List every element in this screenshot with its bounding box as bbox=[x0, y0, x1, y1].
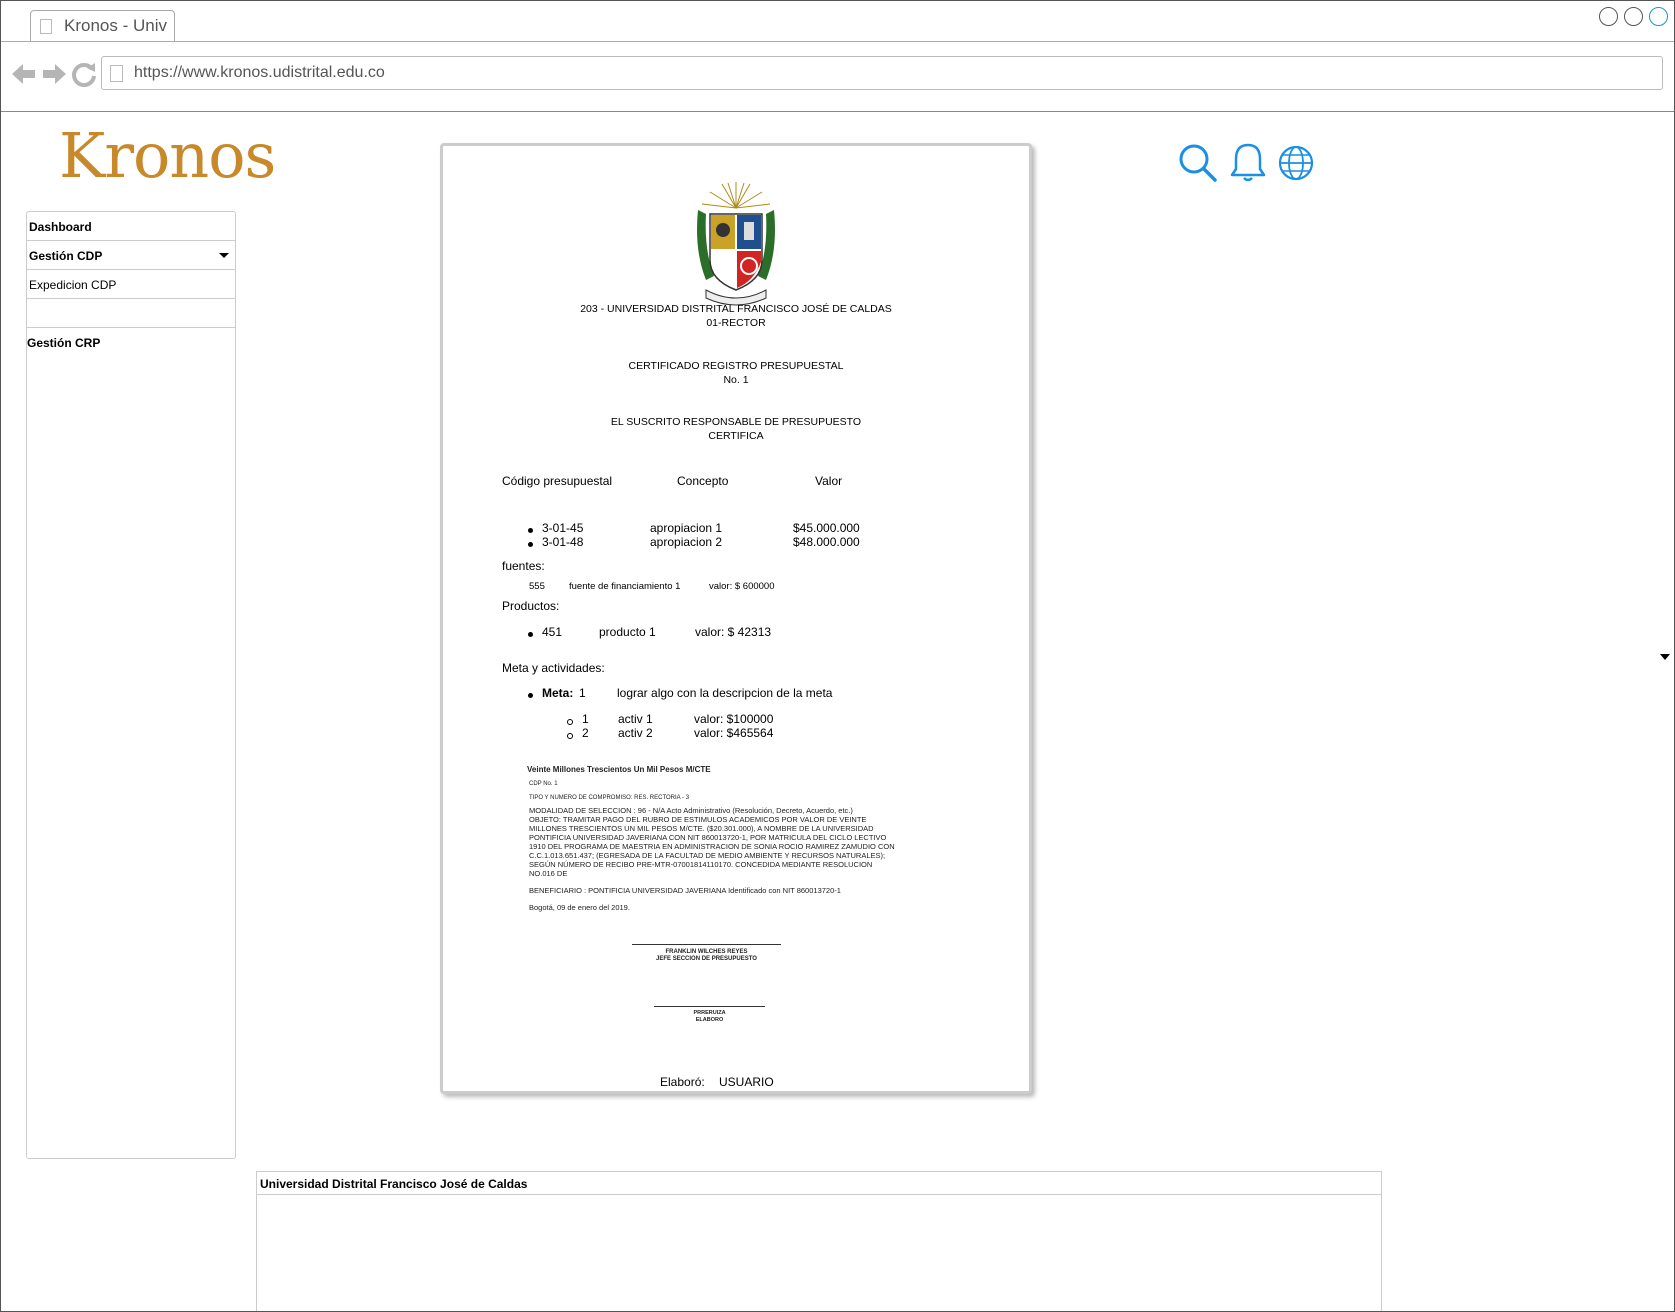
chevron-down-icon[interactable] bbox=[219, 253, 229, 258]
meta-description: lograr algo con la descripcion de la met… bbox=[617, 686, 833, 700]
row-concept: apropiacion 1 bbox=[650, 521, 723, 535]
sidebar: Dashboard Gestión CDP Expedicion CDP Ges… bbox=[26, 211, 236, 1159]
meta-label: Meta y actividades: bbox=[502, 661, 605, 675]
sidebar-item-gestion-cdp[interactable]: Gestión CDP bbox=[27, 241, 235, 270]
header-codigo: Código presupuestal bbox=[502, 474, 613, 488]
sidebar-item-empty[interactable] bbox=[27, 299, 235, 328]
sidebar-item-label: Gestión CRP bbox=[27, 336, 101, 350]
activity-name: activ 2 bbox=[618, 726, 653, 740]
title-bar: Kronos - Univ bbox=[1, 1, 1674, 42]
activity-num: 2 bbox=[582, 726, 589, 740]
activity-value: valor: $100000 bbox=[694, 712, 774, 726]
header-concepto: Concepto bbox=[677, 474, 729, 488]
forward-arrow-icon[interactable] bbox=[40, 60, 68, 88]
list-bullet bbox=[528, 632, 533, 637]
address-bar[interactable]: https://www.kronos.udistrital.edu.co bbox=[101, 56, 1663, 90]
elaboro-label: Elaboró: bbox=[660, 1075, 705, 1089]
producto-code: 451 bbox=[542, 625, 563, 639]
list-bullet bbox=[567, 733, 573, 739]
page-icon bbox=[40, 19, 52, 34]
compromiso-line: TIPO Y NUMERO DE COMPROMISO: RES. RECTOR… bbox=[529, 795, 690, 801]
list-bullet bbox=[528, 542, 533, 547]
fuente-code: 555 bbox=[529, 581, 545, 592]
kronos-logo: Kronos bbox=[59, 119, 276, 192]
scan-line: C.C.1.013.651.437; (EGRESADA DE LA FACUL… bbox=[529, 851, 886, 860]
browser-window: Kronos - Univ https://www.kronos.udistri… bbox=[0, 0, 1675, 1312]
sidebar-item-label: Dashboard bbox=[29, 220, 92, 234]
productos-label: Productos: bbox=[502, 599, 560, 613]
minimize-button[interactable] bbox=[1599, 7, 1618, 26]
dropdown-caret-icon[interactable] bbox=[1660, 654, 1670, 660]
scan-line: OBJETO: TRAMITAR PAGO DEL RUBRO DE ESTIM… bbox=[529, 815, 867, 824]
elaboro-user: USUARIO bbox=[719, 1075, 774, 1089]
certificate-number: No. 1 bbox=[723, 374, 749, 386]
tab-title: Kronos - Univ bbox=[64, 16, 167, 35]
page-icon bbox=[110, 65, 123, 82]
scan-line: 1910 DEL PROGRAMA DE MAESTRIA EN ADMINIS… bbox=[529, 842, 895, 851]
activity-name: activ 1 bbox=[618, 712, 653, 726]
scan-line: MODALIDAD DE SELECCION : 96 - N/A Acto A… bbox=[529, 806, 853, 815]
list-bullet bbox=[528, 528, 533, 533]
amount-in-words: Veinte Millones Trescientos Un Mil Pesos… bbox=[527, 765, 711, 774]
fuente-value: valor: $ 600000 bbox=[709, 581, 775, 592]
row-code: 3-01-45 bbox=[542, 521, 584, 535]
browser-tab[interactable]: Kronos - Univ bbox=[30, 10, 175, 41]
sidebar-item-dashboard[interactable]: Dashboard bbox=[27, 212, 235, 241]
date-line: Bogotá, 09 de enero del 2019. bbox=[529, 903, 630, 912]
sidebar-item-expedicion-cdp[interactable]: Expedicion CDP bbox=[27, 270, 235, 299]
sidebar-item-label: Expedicion CDP bbox=[29, 278, 117, 292]
fuente-name: fuente de financiamiento 1 bbox=[569, 581, 681, 592]
certificate-title: CERTIFICADO REGISTRO PRESUPUESTAL bbox=[628, 360, 844, 372]
university-crest-icon bbox=[697, 182, 775, 306]
scan-line: MILLONES TRESCIENTOS UN MIL PESOS M/CTE.… bbox=[529, 824, 874, 833]
bell-icon[interactable] bbox=[1229, 141, 1267, 183]
producto-name: producto 1 bbox=[599, 625, 656, 639]
signer-role: JEFE SECCION DE PRESUPUESTO bbox=[656, 956, 757, 962]
dependency-name: 01-RECTOR bbox=[706, 317, 766, 329]
globe-icon[interactable] bbox=[1277, 144, 1315, 182]
url-text: https://www.kronos.udistrital.edu.co bbox=[134, 64, 385, 81]
fuentes-label: fuentes: bbox=[502, 559, 545, 573]
certificate-document: 203 - UNIVERSIDAD DISTRITAL FRANCISCO JO… bbox=[440, 143, 1032, 1094]
row-value: $48.000.000 bbox=[793, 535, 860, 549]
beneficiary-line: BENEFICIARIO : PONTIFICIA UNIVERSIDAD JA… bbox=[529, 886, 841, 895]
scan-line: NO.016 DE bbox=[529, 869, 568, 878]
search-icon[interactable] bbox=[1178, 143, 1218, 183]
activity-value: valor: $465564 bbox=[694, 726, 774, 740]
signature-line bbox=[654, 1006, 765, 1007]
activity-num: 1 bbox=[582, 712, 589, 726]
subscribed-line: EL SUSCRITO RESPONSABLE DE PRESUPUESTO bbox=[610, 416, 862, 428]
row-concept: apropiacion 2 bbox=[650, 535, 723, 549]
close-button[interactable] bbox=[1649, 7, 1668, 26]
sidebar-item-gestion-crp[interactable]: Gestión CRP bbox=[27, 336, 100, 350]
list-bullet bbox=[567, 719, 573, 725]
meta-title: Meta: bbox=[542, 686, 574, 700]
sidebar-item-label: Gestión CDP bbox=[29, 249, 103, 263]
entity-name: 203 - UNIVERSIDAD DISTRITAL FRANCISCO JO… bbox=[580, 303, 892, 315]
row-value: $45.000.000 bbox=[793, 521, 860, 535]
certifies-line: CERTIFICA bbox=[708, 430, 764, 442]
scan-line: SEGÚN NÚMERO DE RECIBO PRE-MTR-070018141… bbox=[529, 860, 873, 869]
header-valor: Valor bbox=[815, 474, 843, 488]
signature-line bbox=[632, 944, 781, 945]
footer-title: Universidad Distrital Francisco José de … bbox=[257, 1172, 1381, 1195]
cdp-number: CDP No. 1 bbox=[529, 781, 558, 787]
nav-bar: https://www.kronos.udistrital.edu.co bbox=[1, 42, 1674, 112]
meta-number: 1 bbox=[579, 686, 586, 700]
maximize-button[interactable] bbox=[1624, 7, 1643, 26]
back-arrow-icon[interactable] bbox=[10, 60, 38, 88]
scan-line: PONTIFICIA UNIVERSIDAD JAVERIANA CON NIT… bbox=[529, 833, 887, 842]
elaboro-role: ELABORO bbox=[695, 1017, 724, 1023]
row-code: 3-01-48 bbox=[542, 535, 584, 549]
reload-icon[interactable] bbox=[70, 60, 98, 88]
list-bullet bbox=[528, 693, 533, 698]
footer-panel: Universidad Distrital Francisco José de … bbox=[256, 1171, 1382, 1311]
producto-value: valor: $ 42313 bbox=[695, 625, 772, 639]
